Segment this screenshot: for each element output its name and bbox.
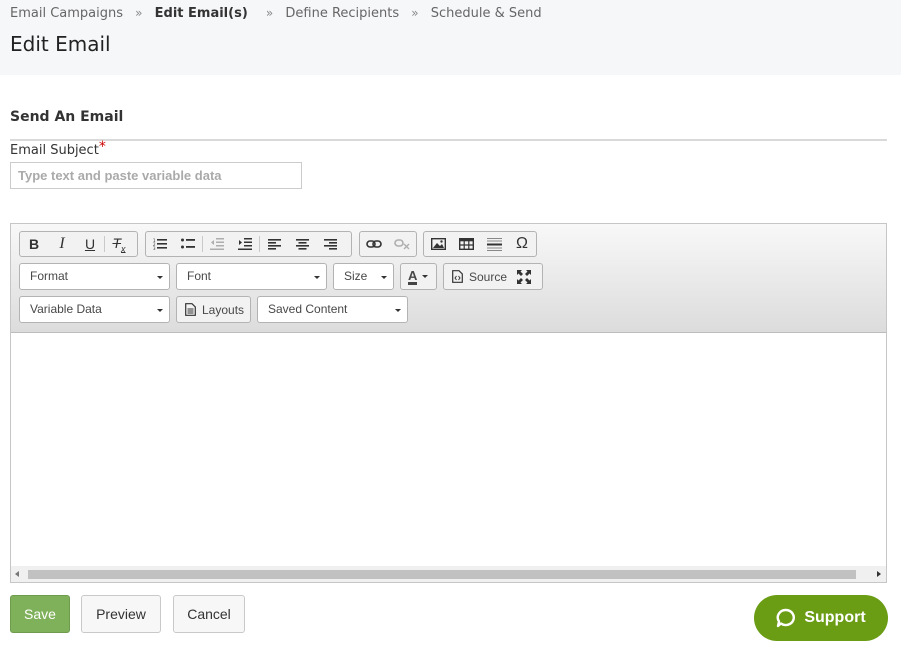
cancel-button[interactable]: Cancel	[173, 595, 245, 633]
scrollbar-thumb[interactable]	[28, 570, 856, 579]
breadcrumb-item-edit-emails: Edit Email(s)	[154, 6, 248, 21]
email-subject-label: Email Subject*	[10, 139, 106, 158]
links-group	[359, 231, 417, 257]
svg-text:3: 3	[153, 246, 156, 250]
bulleted-list-button[interactable]	[174, 232, 202, 256]
unlink-button[interactable]	[388, 232, 416, 256]
chevron-down-icon	[381, 276, 387, 279]
breadcrumb-separator: »	[135, 6, 143, 20]
numbered-list-icon: 123	[153, 238, 167, 250]
size-dropdown[interactable]: Size	[333, 263, 394, 290]
source-label: Source	[469, 269, 508, 284]
horizontal-line-button[interactable]	[480, 232, 508, 256]
section-title: Send An Email	[10, 109, 124, 125]
horizontal-scrollbar[interactable]	[11, 566, 886, 582]
saved-content-label: Saved Content	[268, 302, 348, 316]
unlink-icon	[394, 239, 410, 250]
basic-styles-group: B I U Tx	[19, 231, 138, 257]
email-subject-label-text: Email Subject	[10, 143, 99, 158]
font-dropdown-label: Font	[187, 269, 212, 283]
remove-format-button[interactable]: Tx	[105, 232, 133, 256]
italic-icon: I	[59, 235, 65, 252]
email-subject-input[interactable]	[10, 162, 302, 189]
link-icon	[366, 240, 382, 248]
text-color-button[interactable]: A	[400, 263, 437, 290]
saved-content-dropdown[interactable]: Saved Content	[257, 296, 408, 323]
omega-icon: Ω	[516, 235, 528, 252]
align-left-button[interactable]	[260, 232, 288, 256]
editor-toolbar: B I U Tx 123 Ω Format Font Size A Source…	[11, 224, 886, 333]
size-dropdown-label: Size	[344, 269, 368, 283]
underline-button[interactable]: U	[76, 232, 104, 256]
scroll-left-icon[interactable]	[15, 571, 19, 577]
chevron-down-icon	[157, 276, 163, 279]
layouts-label: Layouts	[202, 302, 245, 317]
align-right-icon	[323, 238, 337, 250]
page-title: Edit Email	[10, 32, 111, 56]
maximize-icon	[517, 269, 532, 284]
breadcrumb-item-define-recipients[interactable]: Define Recipients	[285, 6, 399, 21]
source-icon	[452, 270, 463, 283]
breadcrumb-item-email-campaigns[interactable]: Email Campaigns	[10, 6, 123, 21]
horizontal-rule-icon	[486, 237, 502, 251]
outdent-icon	[210, 238, 224, 250]
insert-table-button[interactable]	[452, 232, 480, 256]
rich-text-editor: B I U Tx 123 Ω Format Font Size A Source…	[10, 223, 887, 583]
text-color-icon: A	[408, 267, 418, 285]
special-character-button[interactable]: Ω	[508, 232, 536, 256]
editor-content-area[interactable]	[11, 333, 886, 566]
table-icon	[458, 238, 474, 250]
align-left-icon	[267, 238, 281, 250]
variable-data-label: Variable Data	[30, 302, 102, 316]
page-header: Email Campaigns » Edit Email(s) » Define…	[0, 0, 901, 75]
font-dropdown[interactable]: Font	[176, 263, 327, 290]
variable-data-dropdown[interactable]: Variable Data	[19, 296, 170, 323]
increase-indent-button[interactable]	[231, 232, 259, 256]
save-button[interactable]: Save	[10, 595, 70, 633]
numbered-list-button[interactable]: 123	[146, 232, 174, 256]
align-center-button[interactable]	[288, 232, 316, 256]
chevron-down-icon	[314, 276, 320, 279]
breadcrumb-item-schedule-send[interactable]: Schedule & Send	[431, 6, 542, 21]
insert-group: Ω	[423, 231, 537, 257]
align-center-icon	[295, 238, 309, 250]
scroll-right-icon[interactable]	[877, 571, 881, 577]
support-button[interactable]: Support	[754, 595, 888, 641]
breadcrumb: Email Campaigns » Edit Email(s) » Define…	[10, 6, 542, 21]
format-dropdown-label: Format	[30, 269, 69, 283]
image-icon	[430, 238, 446, 250]
support-label: Support	[804, 609, 866, 626]
lists-group: 123	[145, 231, 352, 257]
underline-icon: U	[84, 236, 96, 252]
remove-format-icon: Tx	[112, 234, 126, 254]
decrease-indent-button[interactable]	[203, 232, 231, 256]
maximize-button[interactable]	[517, 269, 532, 284]
document-icon	[185, 303, 196, 316]
layouts-button[interactable]: Layouts	[176, 296, 251, 323]
chat-bubble-icon	[776, 608, 796, 628]
preview-button[interactable]: Preview	[81, 595, 161, 633]
required-marker: *	[98, 139, 106, 155]
source-group: Source	[443, 263, 543, 290]
bold-button[interactable]: B	[20, 232, 48, 256]
breadcrumb-separator: »	[411, 6, 419, 20]
insert-image-button[interactable]	[424, 232, 452, 256]
source-button[interactable]: Source	[444, 264, 507, 289]
format-dropdown[interactable]: Format	[19, 263, 170, 290]
chevron-down-icon	[395, 309, 401, 312]
breadcrumb-separator: »	[265, 6, 274, 20]
chevron-down-icon	[157, 309, 163, 312]
chevron-down-icon	[422, 275, 429, 278]
insert-link-button[interactable]	[360, 232, 388, 256]
bold-icon: B	[28, 236, 40, 252]
indent-icon	[238, 238, 252, 250]
italic-button[interactable]: I	[48, 232, 76, 256]
align-right-button[interactable]	[316, 232, 344, 256]
section-divider	[10, 139, 887, 141]
bulleted-list-icon	[181, 238, 195, 249]
